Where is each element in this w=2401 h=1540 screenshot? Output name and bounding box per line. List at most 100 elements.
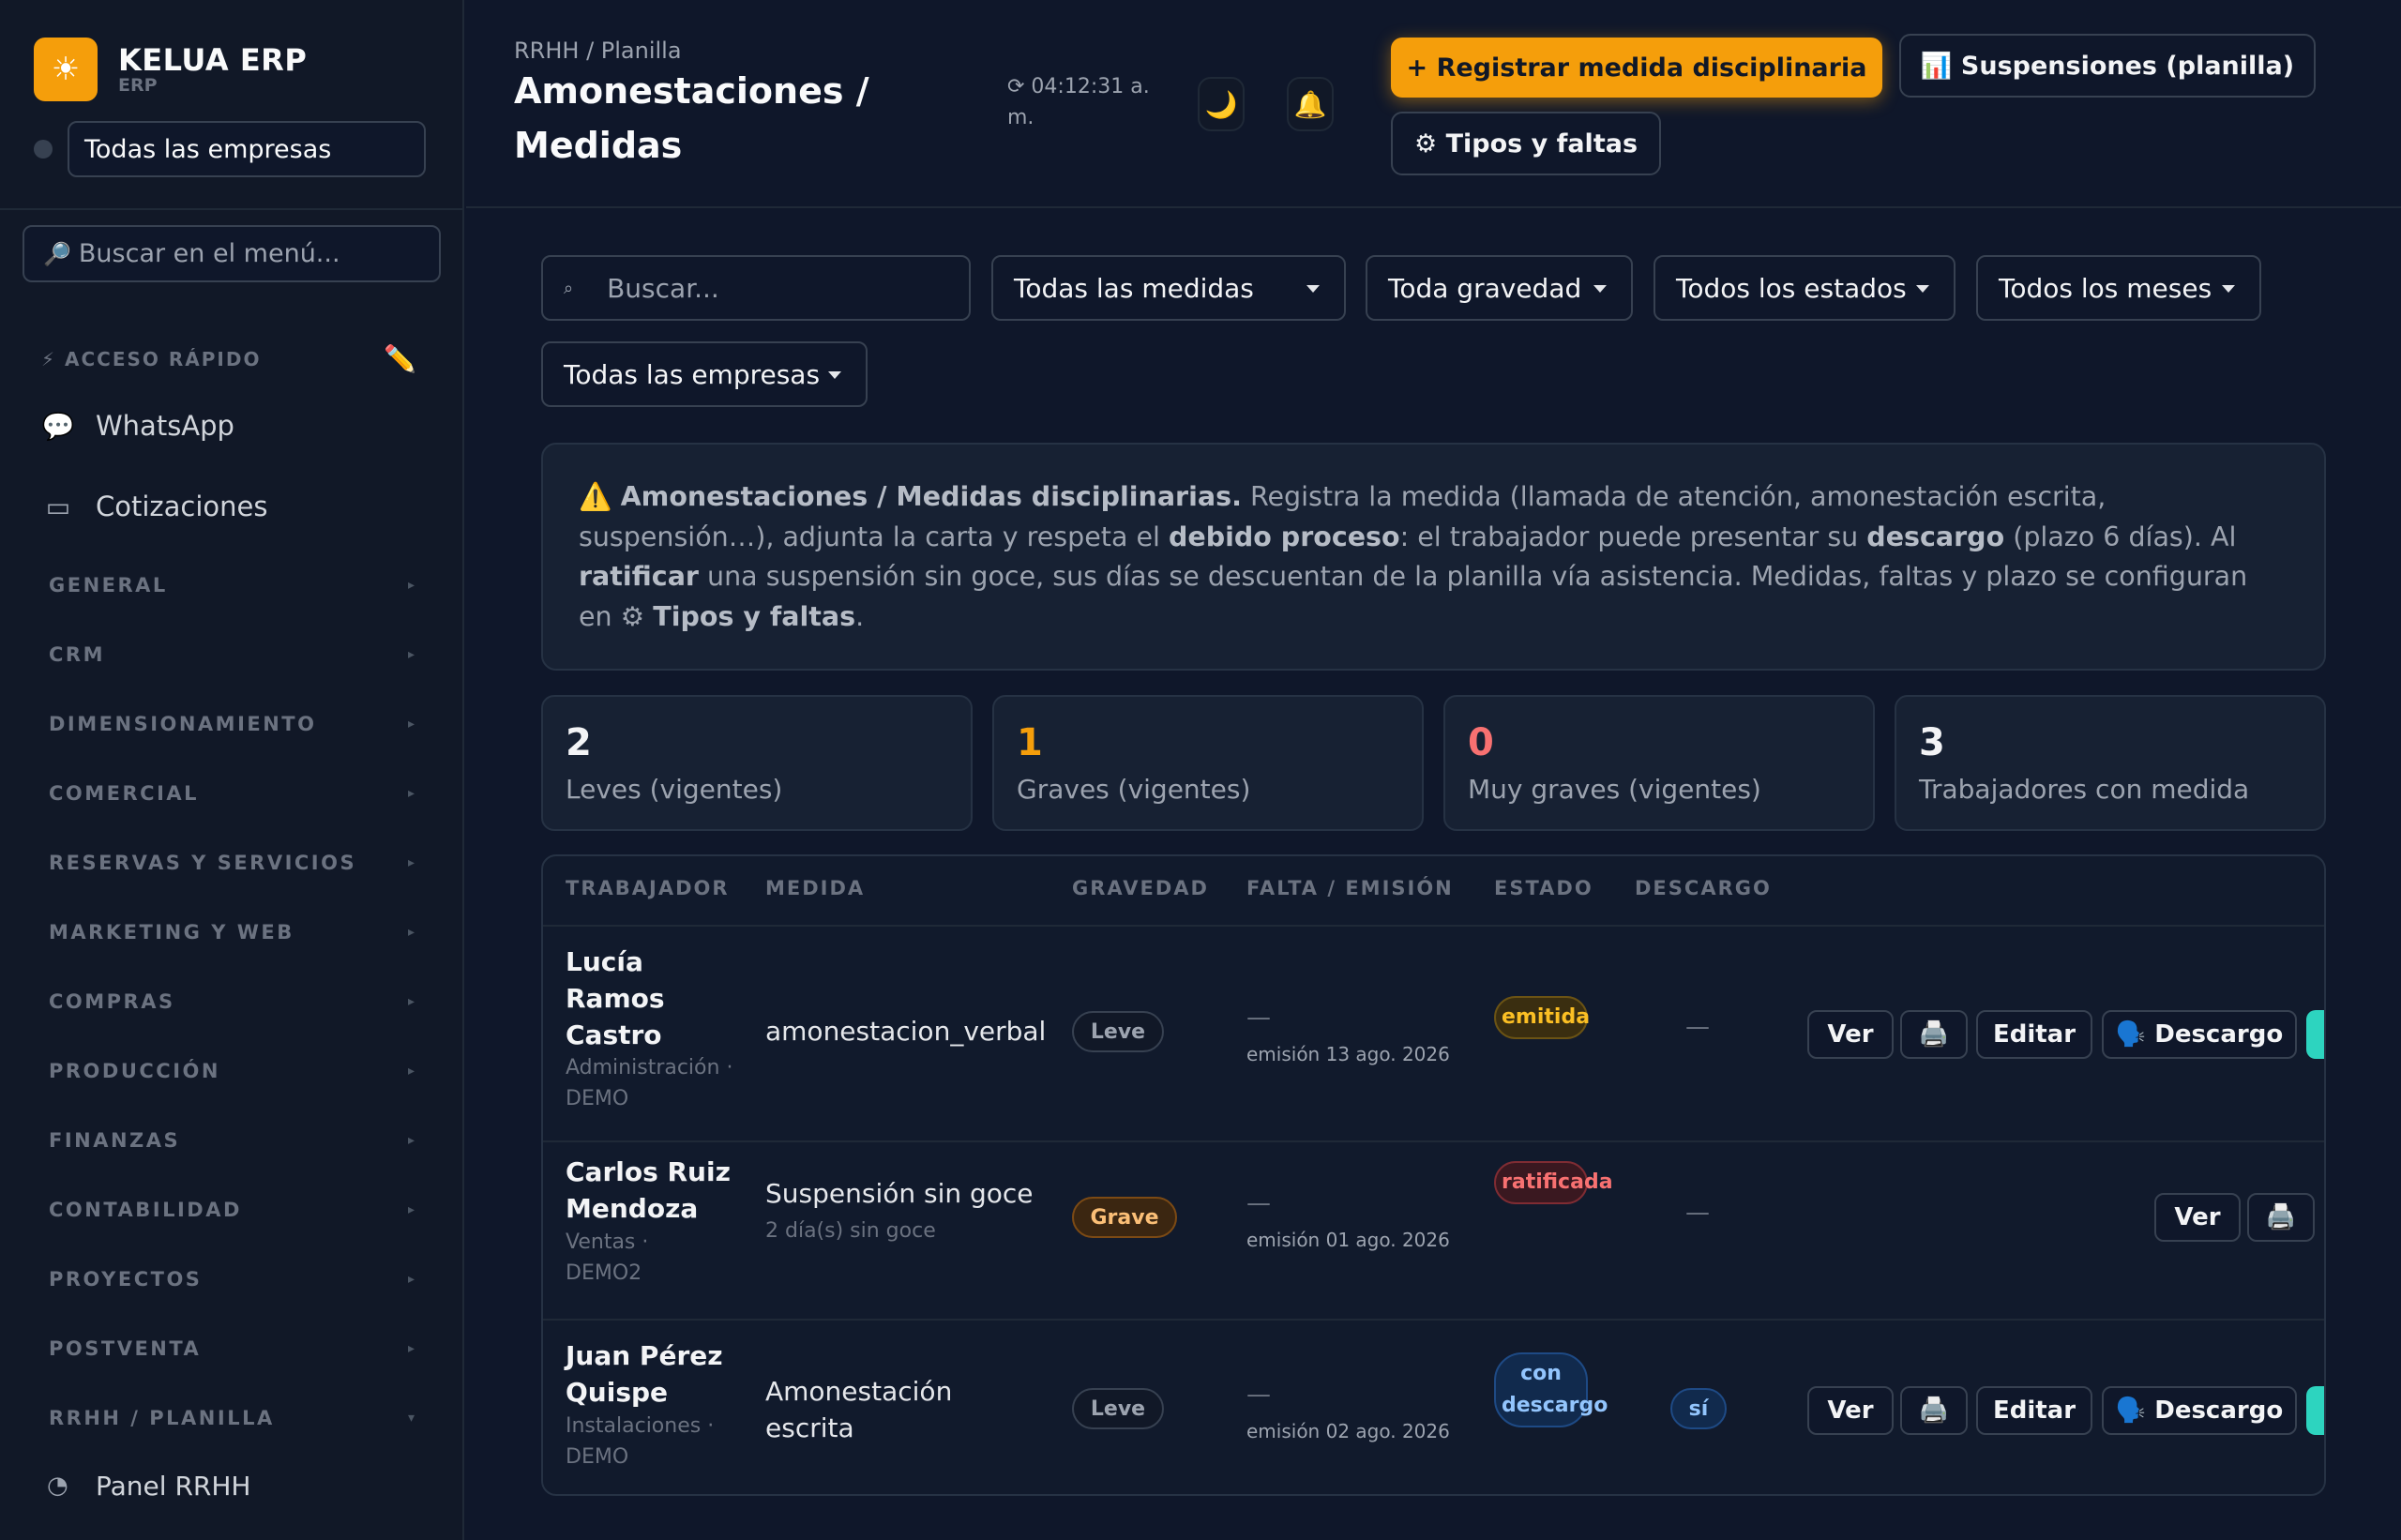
stat-label: Trabajadores con medida (1919, 774, 2250, 805)
info-title: Amonestaciones / Medidas disciplinarias. (620, 481, 1242, 512)
suspensions-button[interactable]: 📊 Suspensiones (planilla) (1899, 34, 2316, 98)
quick-item-whatsapp[interactable]: 💬 WhatsApp (41, 398, 234, 454)
pencil-icon[interactable]: ✏️ (384, 343, 416, 374)
caret-down-icon (2222, 285, 2235, 293)
severity-badge: Leve (1072, 1011, 1164, 1052)
search-placeholder: Buscar... (607, 272, 719, 304)
column-header: DESCARGO (1635, 877, 1772, 899)
page-title: Amonestaciones / Medidas (514, 70, 869, 166)
view-button[interactable]: Ver (1807, 1010, 1894, 1059)
sun-icon: ☀ (34, 38, 98, 101)
warning-icon: ⚠️ (579, 481, 612, 512)
severity-badge: Leve (1072, 1388, 1164, 1429)
section-comercial[interactable]: COMERCIAL ▸ (49, 782, 415, 805)
section-produccion[interactable]: PRODUCCIÓN ▸ (49, 1060, 415, 1082)
stat-label: Muy graves (vigentes) (1468, 774, 1761, 805)
section-label: PRODUCCIÓN (49, 1060, 220, 1082)
section-finanzas[interactable]: FINANZAS ▸ (49, 1129, 415, 1152)
status-badge: emitida (1494, 996, 1590, 1039)
divider (0, 208, 464, 210)
status-badge: ratificada (1494, 1161, 1613, 1204)
section-label: MARKETING Y WEB (49, 921, 294, 944)
brand-subtitle: ERP (118, 74, 158, 96)
print-icon[interactable]: 🖨️ (2247, 1193, 2315, 1242)
emission-date: emisión 01 ago. 2026 (1246, 1229, 1450, 1251)
chevron-right-icon: ▸ (407, 855, 415, 870)
company-select[interactable]: Todas las empresas (68, 121, 426, 177)
estados-select-value: Todos los estados (1676, 272, 1907, 304)
print-icon[interactable]: 🖨️ (1900, 1010, 1968, 1059)
descargo-value: — (1685, 1199, 1710, 1227)
worker-name[interactable]: Lucía Ramos Castro (566, 944, 734, 1053)
caret-down-icon (1593, 285, 1607, 293)
section-rrhh[interactable]: RRHH / PLANILLA ▾ (49, 1407, 415, 1429)
section-label: CONTABILIDAD (49, 1199, 242, 1221)
info-bold: ratificar (579, 561, 699, 592)
status-badge: con descargo (1494, 1352, 1608, 1427)
edit-button[interactable]: Editar (1976, 1010, 2092, 1059)
medidas-select[interactable]: Todas las medidas (991, 255, 1346, 321)
quick-item-label: WhatsApp (96, 410, 234, 442)
chevron-right-icon: ▸ (407, 647, 415, 662)
table-row[interactable]: Juan Pérez Quispe Instalaciones · DEMO A… (543, 1321, 2324, 1494)
pie-chart-icon: ◔ (47, 1472, 68, 1500)
section-crm[interactable]: CRM ▸ (49, 643, 415, 666)
moon-icon[interactable]: 🌙 (1198, 77, 1245, 131)
stat-card-muy-graves: 0 Muy graves (vigentes) (1443, 695, 1875, 831)
estados-select[interactable]: Todos los estados (1654, 255, 1956, 321)
section-marketing[interactable]: MARKETING Y WEB ▸ (49, 921, 415, 944)
empresas-select[interactable]: Todas las empresas (541, 341, 868, 407)
menu-search-placeholder: Buscar en el menú... (78, 239, 340, 268)
more-actions-button[interactable] (2306, 1010, 2324, 1059)
view-button[interactable]: Ver (2154, 1193, 2241, 1242)
section-contabilidad[interactable]: CONTABILIDAD ▸ (49, 1199, 415, 1221)
chevron-right-icon: ▸ (407, 1341, 415, 1356)
descargo-button[interactable]: 🗣️ Descargo (2102, 1386, 2297, 1435)
section-reservas[interactable]: RESERVAS Y SERVICIOS ▸ (49, 852, 415, 874)
column-header: MEDIDA (765, 877, 866, 899)
section-label: RRHH / PLANILLA (49, 1407, 275, 1429)
sidebar-item-panel-rrhh[interactable]: ◔ Panel RRHH (47, 1465, 250, 1506)
worker-name[interactable]: Carlos Ruiz Mendoza (566, 1154, 753, 1227)
chevron-right-icon: ▸ (407, 717, 415, 732)
view-button[interactable]: Ver (1807, 1386, 1894, 1435)
edit-button[interactable]: Editar (1976, 1386, 2092, 1435)
info-text: : el trabajador puede presentar su (1399, 521, 1867, 552)
descargo-button[interactable]: 🗣️ Descargo (2102, 1010, 2297, 1059)
meses-select-value: Todos los meses (1999, 272, 2212, 304)
section-label: PROYECTOS (49, 1268, 203, 1291)
gravedad-select[interactable]: Toda gravedad (1366, 255, 1633, 321)
more-actions-button[interactable] (2306, 1386, 2324, 1435)
worker-name[interactable]: Juan Pérez Quispe (566, 1337, 734, 1411)
page-header: RRHH / Planilla Amonestaciones / Medidas… (466, 0, 2401, 208)
section-postventa[interactable]: POSTVENTA ▸ (49, 1337, 415, 1360)
fault-date: — (1246, 1004, 1271, 1032)
chevron-right-icon: ▸ (407, 578, 415, 593)
section-general[interactable]: GENERAL ▸ (49, 574, 415, 596)
section-label: RESERVAS Y SERVICIOS (49, 852, 357, 874)
table-row[interactable]: Lucía Ramos Castro Administración · DEMO… (543, 927, 2324, 1140)
print-icon[interactable]: 🖨️ (1900, 1386, 1968, 1435)
brand[interactable]: ☀ KELUA ERP ERP (34, 38, 307, 101)
meses-select[interactable]: Todos los meses (1976, 255, 2261, 321)
section-label: FINANZAS (49, 1129, 181, 1152)
medidas-select-value: Todas las medidas (1014, 272, 1254, 304)
section-proyectos[interactable]: PROYECTOS ▸ (49, 1268, 415, 1291)
stat-value: 0 (1468, 721, 1494, 764)
types-faults-button[interactable]: ⚙ Tipos y faltas (1391, 112, 1661, 175)
section-compras[interactable]: COMPRAS ▸ (49, 990, 415, 1013)
quick-item-cotizaciones[interactable]: ▭ Cotizaciones (41, 478, 268, 535)
column-header: FALTA / EMISIÓN (1246, 877, 1454, 899)
section-dimensionamiento[interactable]: DIMENSIONAMIENTO ▸ (49, 713, 415, 735)
measure-detail: 2 día(s) sin goce (765, 1219, 936, 1243)
register-measure-button[interactable]: + Registrar medida disciplinaria (1391, 38, 1882, 98)
search-input[interactable]: ⌕ Buscar... (541, 255, 971, 321)
menu-search-input[interactable]: 🔎 Buscar en el menú... (23, 225, 441, 282)
stat-card-leves: 2 Leves (vigentes) (541, 695, 973, 831)
breadcrumb[interactable]: RRHH / Planilla (514, 38, 682, 64)
fault-date: — (1246, 1381, 1271, 1409)
bell-icon[interactable]: 🔔 (1287, 77, 1334, 131)
stat-value: 1 (1017, 721, 1043, 764)
table-row[interactable]: Carlos Ruiz Mendoza Ventas · DEMO2 Suspe… (543, 1142, 2324, 1319)
worker-dept: Instalaciones · DEMO (566, 1414, 715, 1469)
